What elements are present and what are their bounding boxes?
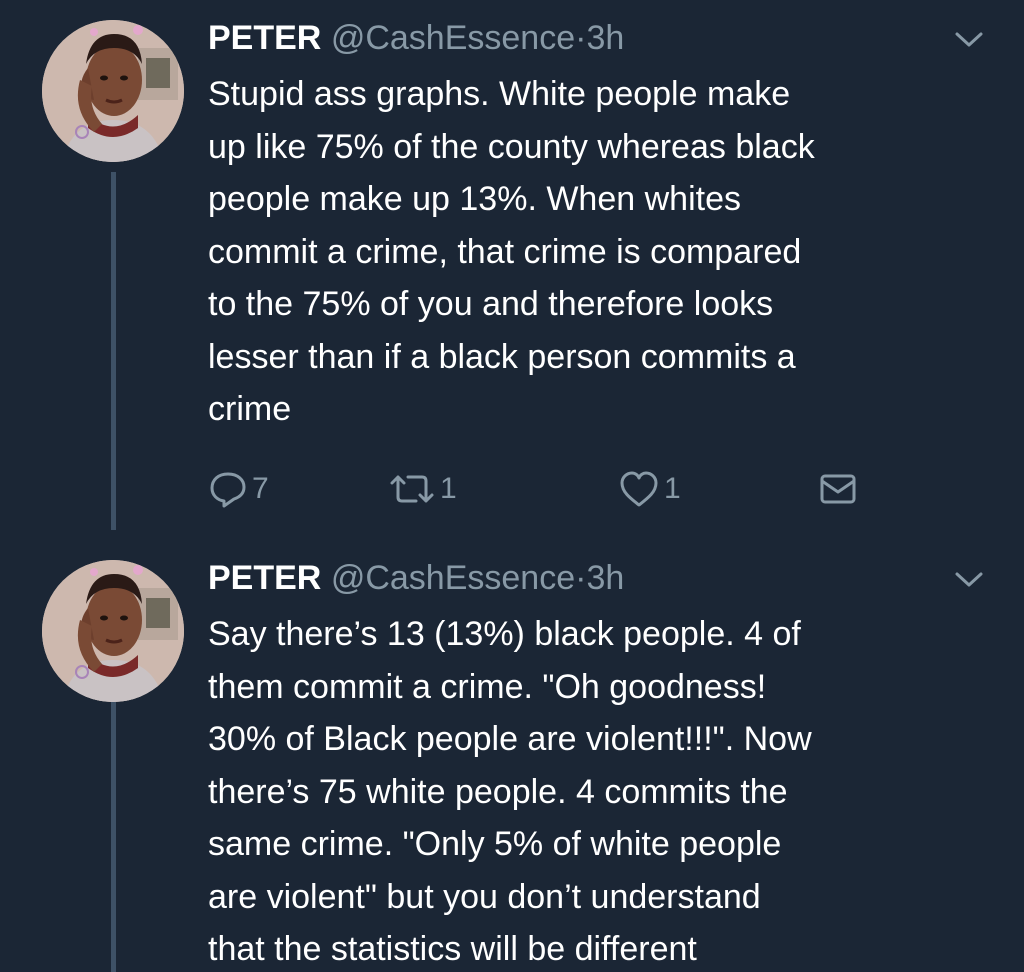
tweet-text-line: to the 75% of you and therefore looks [208, 285, 774, 323]
tweet-text-line: Stupid ass graphs. White people make [208, 75, 791, 113]
retweet-button[interactable]: 1 [388, 464, 457, 514]
timeline: PETER @CashEssence·3h Stupid ass graphs.… [0, 0, 1024, 972]
separator-dot: · [575, 19, 587, 57]
separator-dot: · [575, 559, 587, 597]
avatar[interactable] [42, 20, 184, 162]
tweet-text: Stupid ass graphs. White people make up … [208, 68, 998, 436]
tweet-actions: 7 1 1 [208, 464, 888, 514]
retweet-count: 1 [440, 472, 457, 505]
author-name[interactable]: PETER [208, 19, 321, 57]
tweet-text-line: same crime. "Only 5% of white people [208, 825, 782, 863]
tweet-text-line: lesser than if a black person commits a [208, 337, 796, 376]
tweet-header: PETER @CashEssence·3h [208, 16, 624, 60]
avatar-image [42, 560, 184, 702]
author-handle[interactable]: @CashEssence [331, 19, 575, 57]
chevron-down-icon[interactable] [954, 570, 984, 590]
thread-line [111, 702, 116, 972]
chevron-down-icon[interactable] [954, 30, 984, 50]
avatar[interactable] [42, 560, 184, 702]
tweet-text-line: there’s 75 white people. 4 commits the [208, 772, 788, 811]
envelope-icon [820, 474, 856, 504]
reply-icon [210, 472, 246, 508]
reply-count: 7 [252, 472, 269, 505]
direct-message-button[interactable] [818, 464, 858, 514]
tweet-text-line: commit a crime, that crime is compared [208, 232, 802, 271]
heart-icon [620, 471, 658, 507]
avatar-image [42, 20, 184, 162]
tweet-text-line: crime [208, 390, 292, 428]
tweet-text-line: up like 75% of the county whereas black [208, 127, 815, 166]
tweet-header: PETER @CashEssence·3h [208, 556, 624, 600]
timestamp[interactable]: 3h [586, 559, 624, 597]
tweet-text-line: Say there’s 13 (13%) black people. 4 of [208, 615, 801, 653]
tweet-text-line: 30% of Black people are violent!!!". Now [208, 720, 812, 758]
tweet[interactable]: PETER @CashEssence·3h Stupid ass graphs.… [0, 0, 1024, 540]
author-handle[interactable]: @CashEssence [331, 559, 575, 597]
reply-button[interactable]: 7 [208, 464, 269, 514]
retweet-icon [390, 475, 434, 503]
tweet-text-line: them commit a crime. "Oh goodness! [208, 667, 767, 706]
tweet-text-line: people make up 13%. When whites [208, 180, 741, 218]
tweet-text-line: that the statistics will be different [208, 930, 697, 968]
thread-line [111, 172, 116, 530]
tweet-text: Say there’s 13 (13%) black people. 4 of … [208, 608, 998, 972]
like-count: 1 [664, 472, 681, 505]
like-button[interactable]: 1 [618, 464, 681, 514]
author-name[interactable]: PETER [208, 559, 321, 597]
timestamp[interactable]: 3h [586, 19, 624, 57]
tweet-text-line: are violent" but you don’t understand [208, 877, 761, 916]
tweet[interactable]: PETER @CashEssence·3h Say there’s 13 (13… [0, 540, 1024, 972]
